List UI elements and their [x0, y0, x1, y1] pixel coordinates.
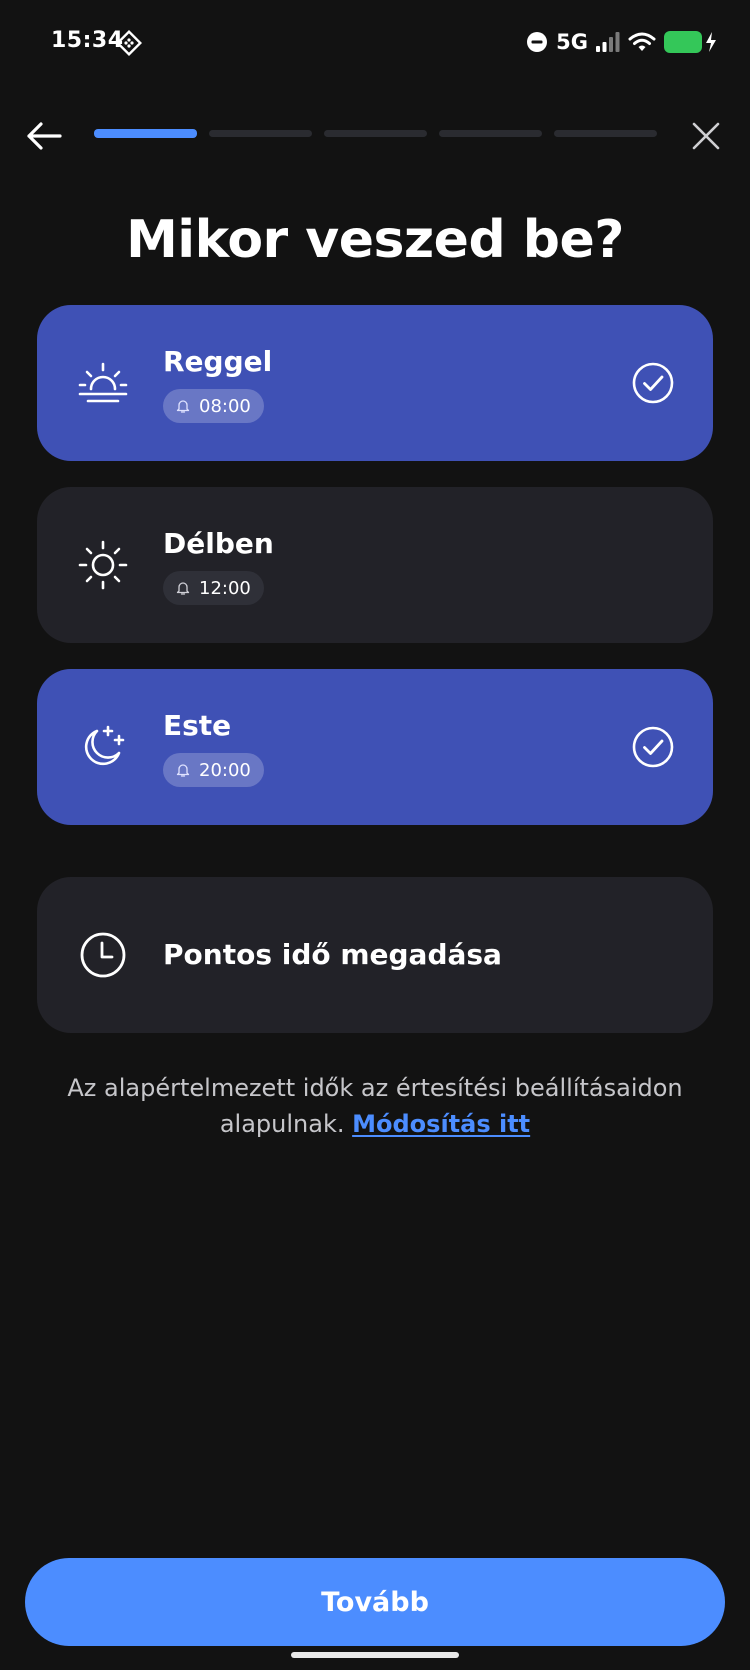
reminder-time-badge: 20:00	[163, 753, 264, 787]
option-label: Pontos idő megadása	[163, 938, 502, 971]
status-bar: 15:34 5G	[0, 0, 750, 86]
check-circle-icon	[632, 362, 674, 404]
close-icon	[692, 122, 720, 150]
progress-step	[439, 130, 542, 137]
option-label: Délben	[163, 527, 274, 560]
back-arrow-icon	[27, 122, 62, 150]
reminder-time-badge: 08:00	[163, 389, 264, 423]
progress-step	[324, 130, 427, 137]
close-button[interactable]	[684, 114, 728, 158]
info-text: Az alapértelmezett idők az értesítési be…	[40, 1070, 710, 1142]
progress-step	[209, 130, 312, 137]
battery-charging-icon	[664, 31, 716, 53]
network-label: 5G	[556, 30, 588, 54]
top-navigation	[0, 100, 750, 170]
option-custom-time[interactable]: Pontos idő megadása	[37, 877, 713, 1033]
reminder-time: 20:00	[199, 759, 251, 781]
status-indicators: 5G	[526, 28, 716, 56]
progress-step	[554, 130, 657, 137]
option-label: Este	[163, 709, 232, 742]
dnd-icon	[527, 32, 548, 52]
bell-icon	[176, 400, 190, 413]
app-icon	[116, 30, 142, 56]
wifi-icon	[628, 32, 656, 51]
moon-stars-icon	[84, 725, 125, 766]
page-title: Mikor veszed be?	[126, 210, 624, 270]
reminder-time: 08:00	[199, 395, 251, 417]
bell-icon	[176, 582, 190, 595]
sunrise-icon	[78, 362, 128, 403]
back-button[interactable]	[22, 114, 66, 158]
option-label: Reggel	[163, 345, 273, 378]
option-evening[interactable]: Este 20:00	[37, 669, 713, 825]
reminder-time-badge: 12:00	[163, 571, 264, 605]
status-time: 15:34	[51, 28, 124, 53]
clock-icon	[80, 932, 126, 978]
bell-icon	[176, 764, 190, 777]
modify-link[interactable]: Módosítás itt	[352, 1110, 530, 1138]
check-circle-icon	[632, 726, 674, 768]
option-morning[interactable]: Reggel 08:00	[37, 305, 713, 461]
sun-icon	[78, 540, 128, 590]
signal-icon	[596, 32, 620, 52]
reminder-time: 12:00	[199, 577, 251, 599]
progress-step-current	[94, 129, 197, 138]
home-indicator	[291, 1652, 459, 1658]
option-noon[interactable]: Délben 12:00	[37, 487, 713, 643]
continue-button[interactable]: Tovább	[25, 1558, 725, 1646]
step-progress	[94, 129, 657, 138]
